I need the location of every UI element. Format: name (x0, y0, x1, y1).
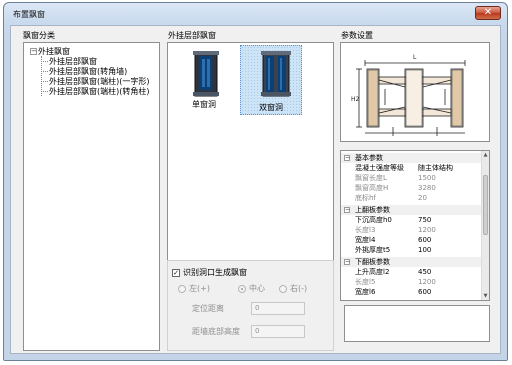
property-row[interactable]: 上升高度l2 450 (341, 267, 481, 277)
radio-right[interactable] (279, 285, 287, 293)
property-description-box (344, 305, 490, 342)
property-scrollbar[interactable]: ▲ ▼ (481, 151, 489, 300)
parameter-preview: H2 L (340, 42, 490, 142)
tree-connector (41, 56, 42, 96)
position-distance-input[interactable]: 0 (251, 302, 305, 315)
type-panel-label: 外挂层部飘窗 (168, 31, 216, 40)
tree-item-corner-wall[interactable]: 外挂层部飘窗(转角墙) (49, 67, 127, 76)
collapse-icon[interactable]: − (344, 155, 350, 161)
property-row[interactable]: 宽度l6 600 (341, 287, 481, 297)
property-row[interactable]: 长度l5 1200 (341, 277, 481, 287)
group-lower-flap-params[interactable]: − 下翻板参数 (341, 257, 481, 267)
tree-connector (41, 81, 48, 82)
tree-connector (41, 91, 48, 92)
radio-left-label[interactable]: 左(+) (189, 284, 210, 294)
bay-window-diagram-icon: H2 L (351, 54, 466, 136)
property-row[interactable]: 飘窗高度H 3280 (341, 183, 481, 193)
preview-dim-l: L (413, 54, 417, 61)
close-icon: ✕ (483, 7, 493, 18)
category-tree[interactable]: − 外挂飘窗 外挂层部飘窗 外挂层部飘窗(转角墙) 外挂层部飘窗(端柱)(一字形… (23, 42, 160, 351)
collapse-icon[interactable]: − (344, 207, 350, 213)
property-row[interactable]: 混凝土强度等级 随主体结构 (341, 163, 481, 173)
recognize-opening-label[interactable]: 识别洞口生成飘窗 (183, 268, 247, 278)
bottom-distance-label: 距墙底部高度 (192, 327, 240, 336)
preview-dim-h2: H2 (351, 96, 360, 103)
tile-caption: 单窗洞 (192, 100, 216, 109)
property-row[interactable]: 宽度l4 600 (341, 235, 481, 245)
tile-caption: 双窗洞 (259, 103, 283, 112)
tree-item-external-bay-window[interactable]: 外挂层部飘窗 (49, 57, 97, 66)
position-distance-label: 定位距离 (192, 304, 224, 313)
window-type-gallery[interactable]: 单窗洞 双窗洞 (167, 42, 334, 276)
property-row[interactable]: 下沉高度h0 750 (341, 215, 481, 225)
options-group: ✓ 识别洞口生成飘窗 左(+) 中心 右(-) 定位距离 0 距墙底部高度 0 (167, 260, 334, 351)
tree-root-external-bay-window[interactable]: 外挂飘窗 (38, 47, 70, 56)
group-basic-params[interactable]: − 基本参数 (341, 153, 481, 163)
dialog-body: 飘窗分类 − 外挂飘窗 外挂层部飘窗 外挂层部飘窗(转角墙) 外挂层部飘窗(端柱… (10, 25, 501, 354)
radio-right-label[interactable]: 右(-) (290, 284, 307, 294)
close-button[interactable]: ✕ (475, 6, 501, 20)
scroll-thumb[interactable] (483, 175, 488, 235)
tree-item-end-column-corner[interactable]: 外挂层部飘窗(端柱)(转角柱) (49, 87, 149, 96)
group-upper-flap-params[interactable]: − 上翻板参数 (341, 205, 481, 215)
dialog-window: 布置飘窗 ✕ 飘窗分类 − 外挂飘窗 外挂层部飘窗 外挂层部飘窗(转角墙) 外挂… (3, 2, 508, 361)
tree-connector (41, 61, 48, 62)
window-title: 布置飘窗 (13, 10, 45, 19)
property-row[interactable]: 底标hf 20 (341, 193, 481, 203)
collapse-icon[interactable]: − (344, 259, 350, 265)
type-tile-double-opening[interactable]: 双窗洞 (240, 45, 302, 115)
property-row[interactable]: 外挑厚度t5 100 (341, 245, 481, 255)
params-panel-label: 参数设置 (341, 31, 373, 40)
single-opening-window-icon (193, 51, 219, 97)
scroll-up-icon[interactable]: ▲ (483, 152, 488, 158)
tree-item-end-column-straight[interactable]: 外挂层部飘窗(端柱)(一字形) (49, 77, 149, 86)
tree-connector (41, 71, 48, 72)
bottom-distance-input[interactable]: 0 (251, 325, 305, 338)
type-tile-single-opening[interactable]: 单窗洞 (178, 47, 232, 113)
property-row[interactable]: 长度l3 1200 (341, 225, 481, 235)
property-row[interactable]: 飘窗长度L 1500 (341, 173, 481, 183)
radio-center-label[interactable]: 中心 (249, 284, 265, 294)
property-grid[interactable]: − 基本参数 混凝土强度等级 随主体结构 飘窗长度L 1500 飘窗高度H 32… (340, 150, 490, 301)
radio-left[interactable] (178, 285, 186, 293)
scroll-down-icon[interactable]: ▼ (483, 293, 488, 299)
tree-collapse-icon[interactable]: − (30, 48, 37, 55)
double-opening-window-icon (261, 51, 291, 97)
category-panel-label: 飘窗分类 (23, 31, 55, 40)
recognize-opening-checkbox[interactable]: ✓ (172, 269, 180, 277)
radio-center[interactable] (238, 285, 246, 293)
title-bar[interactable]: 布置飘窗 ✕ (4, 3, 507, 25)
